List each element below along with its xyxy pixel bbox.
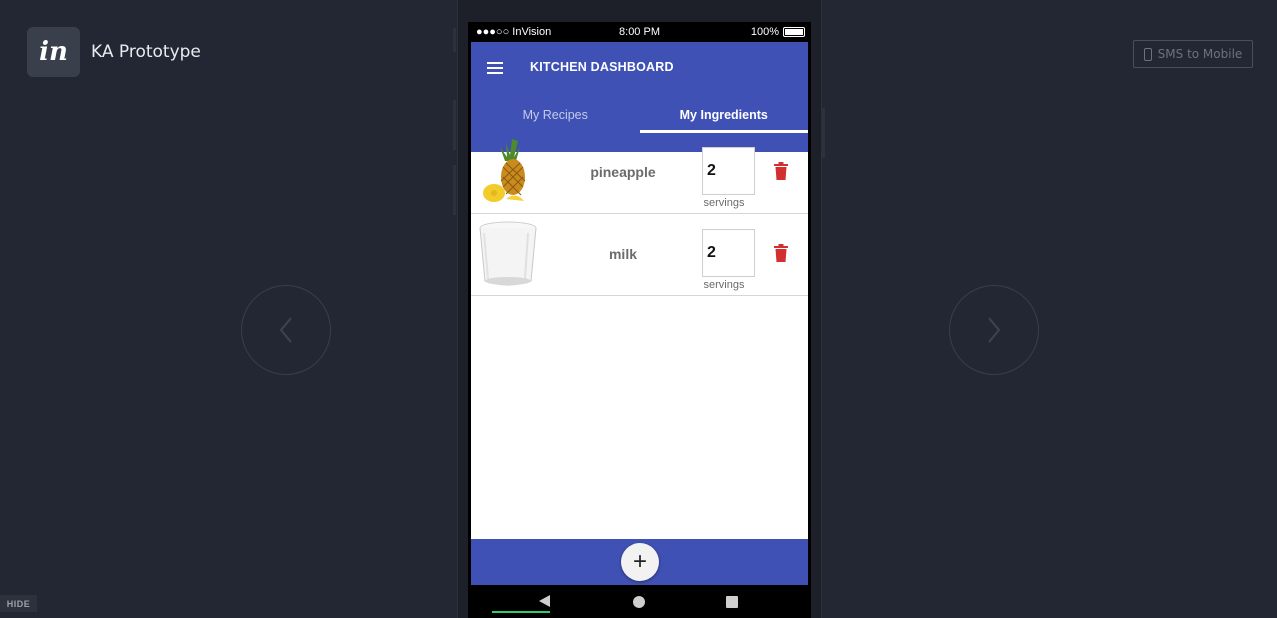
list-item: pineapple 2 servings (471, 132, 808, 214)
previous-screen-button[interactable] (241, 285, 331, 375)
hide-button[interactable]: HIDE (0, 595, 37, 612)
system-navigation-bar (468, 585, 811, 618)
phone-side-key (453, 100, 456, 150)
phone-side-key (453, 28, 456, 52)
app-bar-title: KITCHEN DASHBOARD (530, 60, 674, 74)
invision-logo[interactable]: in (27, 27, 80, 77)
logo-text: in (39, 37, 68, 67)
sms-label: SMS to Mobile (1157, 47, 1243, 61)
add-ingredient-button[interactable]: + (621, 543, 659, 581)
phone-side-key (822, 108, 825, 158)
servings-input[interactable]: 2 (702, 147, 755, 195)
status-bar: ●●●○○ InVision 8:00 PM 100% (468, 22, 811, 42)
phone-icon (1143, 47, 1152, 61)
ingredient-name: pineapple (590, 164, 656, 180)
phone-screen: ●●●○○ InVision 8:00 PM 100% KITCHEN DASH… (468, 22, 811, 618)
trash-icon[interactable] (774, 162, 788, 180)
servings-input[interactable]: 2 (702, 229, 755, 277)
milk-glass-image (479, 221, 537, 286)
chevron-right-icon (988, 317, 1001, 343)
menu-icon[interactable] (487, 62, 503, 74)
prototype-title: KA Prototype (91, 42, 201, 62)
back-icon[interactable] (539, 595, 550, 607)
ingredient-name: milk (608, 246, 637, 262)
chevron-left-icon (279, 317, 292, 343)
ingredient-list: pineapple 2 servings milk 2 servings (471, 132, 808, 296)
home-icon[interactable] (633, 596, 645, 608)
bottom-bar: + (471, 539, 808, 585)
recent-apps-icon[interactable] (726, 596, 738, 608)
servings-label: servings (703, 279, 745, 291)
tab-my-ingredients[interactable]: My Ingredients (639, 98, 809, 133)
app-screen: KITCHEN DASHBOARD My Recipes My Ingredie… (471, 42, 808, 585)
list-item: milk 2 servings (471, 214, 808, 296)
loading-indicator (492, 611, 550, 613)
tab-bar: My Recipes My Ingredients (471, 98, 809, 133)
servings-label: servings (703, 197, 745, 209)
battery-percent: 100% (750, 26, 779, 38)
phone-side-key (453, 165, 456, 215)
trash-icon[interactable] (774, 244, 788, 262)
next-screen-button[interactable] (949, 285, 1039, 375)
sms-to-mobile-button[interactable]: SMS to Mobile (1133, 40, 1253, 68)
battery-icon (783, 27, 805, 37)
tab-my-recipes[interactable]: My Recipes (471, 98, 640, 132)
pineapple-image (483, 139, 526, 202)
